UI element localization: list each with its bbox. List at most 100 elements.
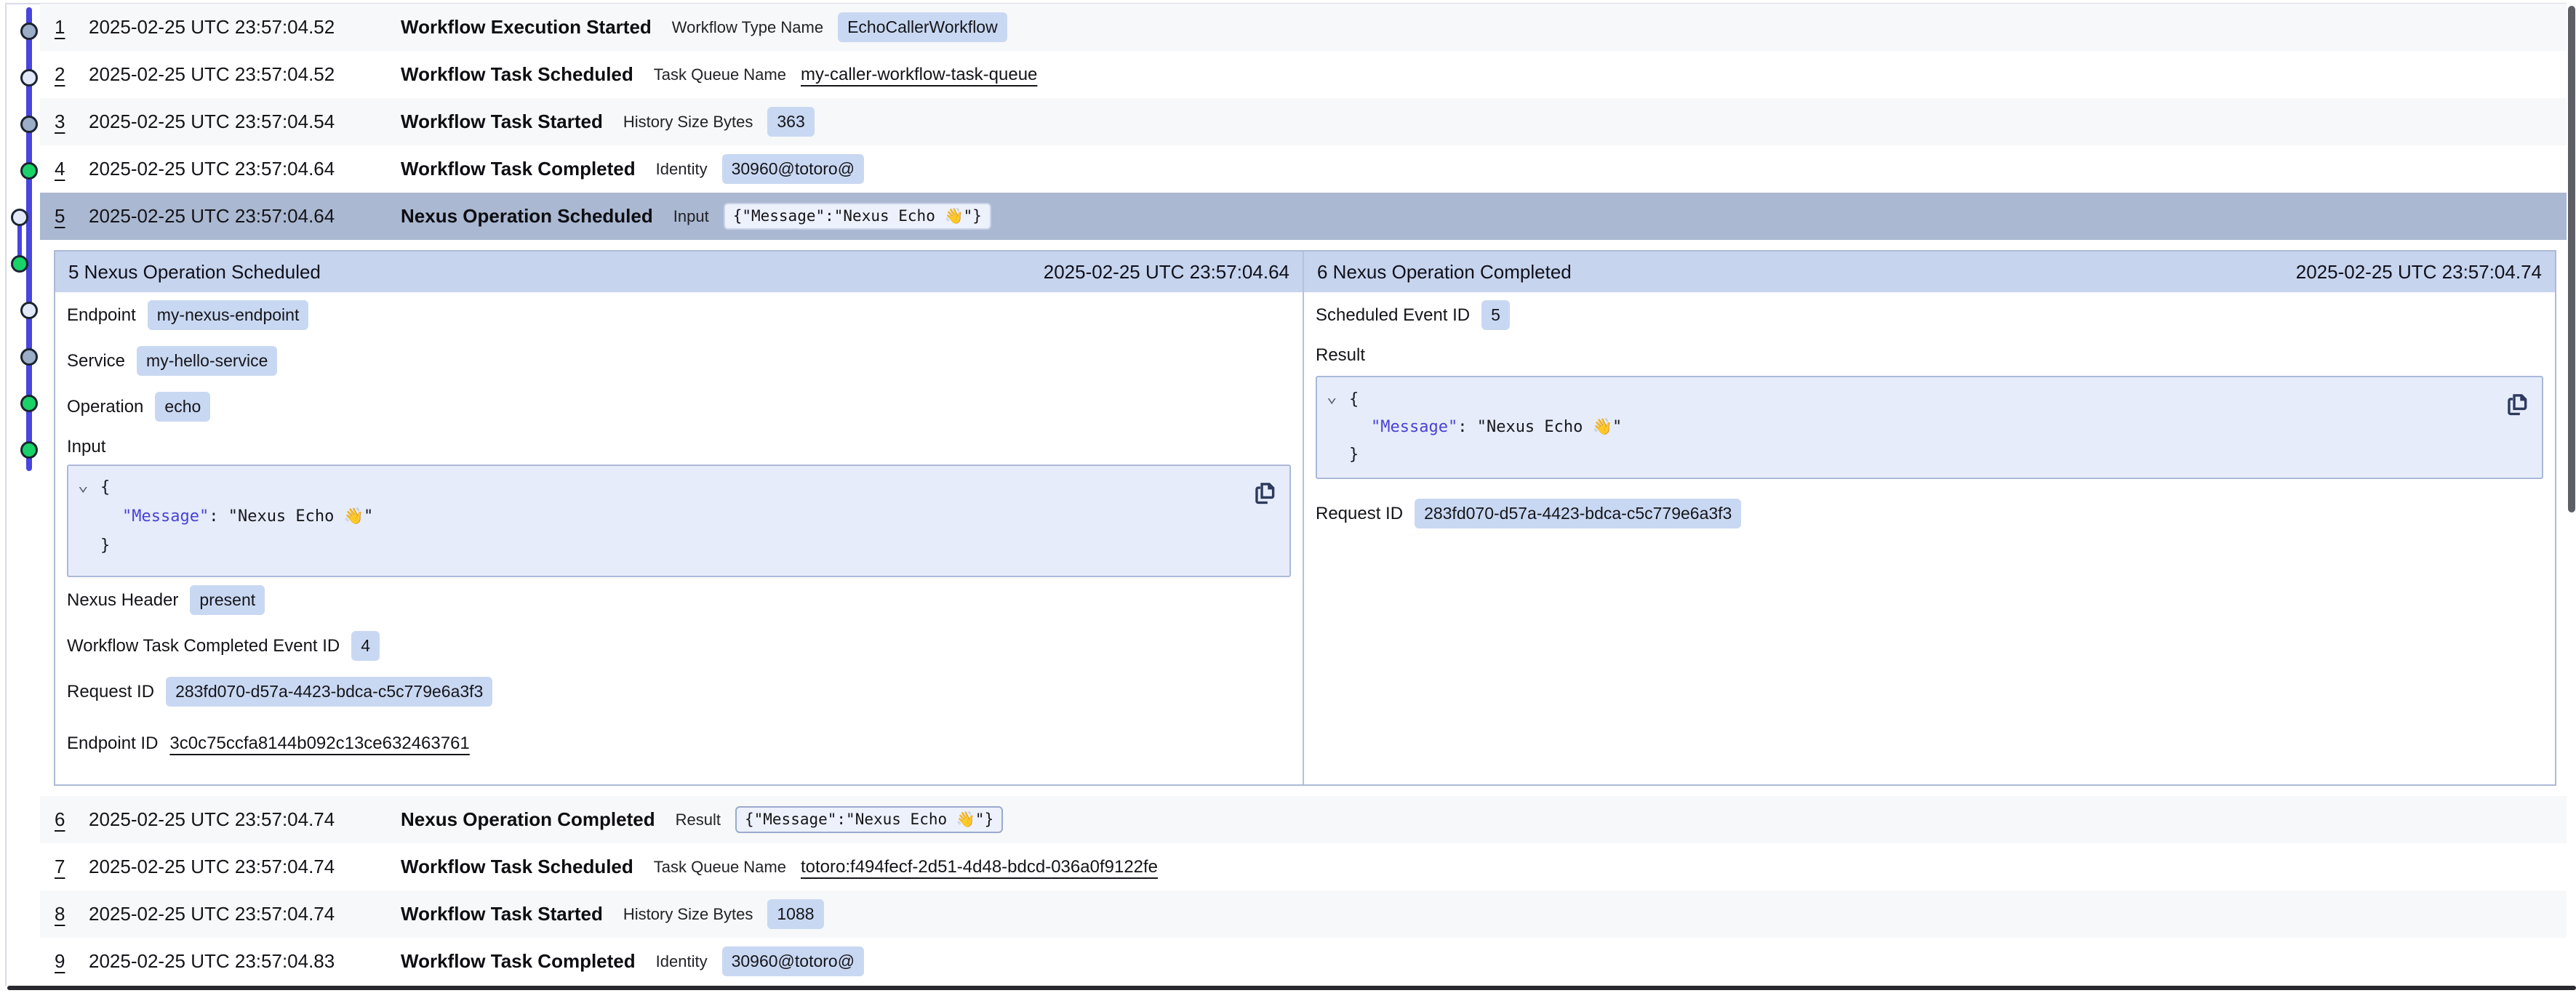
event-name: Workflow Task Completed [401,158,636,180]
detail-timestamp: 2025-02-25 UTC 23:57:04.64 [1044,261,1289,284]
field-value-chip: 5 [1481,300,1510,330]
event-row[interactable]: 12025-02-25 UTC 23:57:04.52Workflow Exec… [40,4,2567,51]
result-payload-codeblock: ⌄ { "Message": "Nexus Echo 👋" } [1316,376,2543,479]
horizontal-scrollbar-thumb[interactable] [7,986,2576,990]
event-attr-label: Workflow Type Name [672,18,823,37]
detail-title: 5 Nexus Operation Scheduled [68,261,321,284]
event-attr-label: History Size Bytes [623,905,753,924]
event-row[interactable]: 92025-02-25 UTC 23:57:04.83Workflow Task… [40,938,2567,985]
event-attr-label: Input [673,207,709,226]
detail-header: 5 Nexus Operation Scheduled 2025-02-25 U… [55,252,1303,292]
event-row[interactable]: 42025-02-25 UTC 23:57:04.64Workflow Task… [40,145,2567,193]
copy-icon [1253,479,1278,507]
event-attr-value: {"Message":"Nexus Echo 👋"} [735,806,1003,833]
event-id-link[interactable]: 7 [55,856,89,878]
event-attr-value: 30960@totoro@ [722,154,864,184]
event-attr-link[interactable]: totoro:f494fecf-2d51-4d48-bdcd-036a0f912… [801,857,1158,877]
event-row[interactable]: 62025-02-25 UTC 23:57:04.74Nexus Operati… [40,796,2567,843]
detail-panel-scheduled: 5 Nexus Operation Scheduled 2025-02-25 U… [55,252,1303,784]
event-attr-label: Identity [656,952,708,971]
event-id-link[interactable]: 1 [55,16,89,39]
json-close-brace: } [100,531,1289,560]
event-row[interactable]: 82025-02-25 UTC 23:57:04.74Workflow Task… [40,891,2567,938]
event-id-link[interactable]: 6 [55,808,89,831]
event-attr-link[interactable]: my-caller-workflow-task-queue [801,65,1037,85]
event-timestamp: 2025-02-25 UTC 23:57:04.74 [89,903,401,925]
detail-field-row: Endpointmy-nexus-endpoint [67,292,1291,338]
timeline-event-node-completed[interactable] [20,441,38,459]
field-value-chip: my-hello-service [137,346,277,376]
event-attr-label: History Size Bytes [623,113,753,132]
event-detail-panel: 5 Nexus Operation Scheduled 2025-02-25 U… [54,250,2556,786]
event-timestamp: 2025-02-25 UTC 23:57:04.74 [89,808,401,831]
timeline-event-node-started[interactable] [20,348,38,366]
field-label: Workflow Task Completed Event ID [67,636,340,656]
detail-field-row: Endpoint ID 3c0c75ccfa8144b092c13ce632463… [67,720,1291,766]
timeline-event-node-scheduled[interactable] [11,209,28,226]
input-payload-codeblock: ⌄ { "Message": "Nexus Echo 👋" } [67,465,1291,577]
json-close-brace: } [1349,441,2542,469]
timeline-event-node-scheduled[interactable] [20,302,38,319]
event-row[interactable]: 22025-02-25 UTC 23:57:04.52Workflow Task… [40,51,2567,98]
json-key: "Message" [1371,418,1457,436]
event-name: Workflow Task Started [401,903,603,925]
event-name: Workflow Task Started [401,110,603,133]
event-attr-value: 1088 [767,899,823,929]
scheduled-event-id-row: Scheduled Event ID 5 [1316,292,2543,338]
event-attr-label: Task Queue Name [654,65,786,84]
timeline-event-node-completed[interactable] [11,255,28,273]
event-attr-value: 363 [767,107,814,137]
field-value-chip: 283fd070-d57a-4423-bdca-c5c779e6a3f3 [1415,499,1741,528]
event-timestamp: 2025-02-25 UTC 23:57:04.52 [89,16,401,39]
event-row[interactable]: 52025-02-25 UTC 23:57:04.64Nexus Operati… [40,193,2567,240]
event-name: Workflow Execution Started [401,16,652,39]
detail-header: 6 Nexus Operation Completed 2025-02-25 U… [1304,252,2555,292]
field-label: Endpoint ID [67,733,158,754]
event-name: Nexus Operation Scheduled [401,205,653,228]
detail-field-row: Workflow Task Completed Event ID 4 [67,623,1291,669]
event-id-link[interactable]: 8 [55,903,89,925]
event-attr-value: {"Message":"Nexus Echo 👋"} [724,203,991,230]
timeline-event-node-completed[interactable] [20,395,38,412]
event-id-link[interactable]: 9 [55,950,89,973]
event-name: Workflow Task Completed [401,950,636,973]
event-attr-label: Identity [656,160,708,179]
field-label: Scheduled Event ID [1316,305,1470,326]
input-label: Input [67,430,1291,465]
json-key: "Message" [122,507,209,526]
vertical-scrollbar-thumb[interactable] [2568,6,2575,512]
field-label: Operation [67,397,143,417]
detail-fields-bottom: Nexus HeaderpresentWorkflow Task Complet… [67,577,1291,766]
request-id-row: Request ID 283fd070-d57a-4423-bdca-c5c77… [1316,491,2543,536]
field-label: Service [67,351,125,371]
field-label: Request ID [1316,504,1403,524]
event-row[interactable]: 72025-02-25 UTC 23:57:04.74Workflow Task… [40,843,2567,891]
timeline-event-node-started[interactable] [20,116,38,133]
event-id-link[interactable]: 5 [55,205,89,228]
field-value-link[interactable]: 3c0c75ccfa8144b092c13ce632463761 [169,733,469,754]
detail-timestamp: 2025-02-25 UTC 23:57:04.74 [2296,261,2542,284]
detail-field-row: Request ID283fd070-d57a-4423-bdca-c5c779… [67,669,1291,715]
timeline-event-node-scheduled[interactable] [20,69,38,87]
event-id-link[interactable]: 2 [55,63,89,86]
field-value-chip: 4 [351,631,380,661]
event-attr-value: EchoCallerWorkflow [838,12,1007,42]
event-name: Workflow Task Scheduled [401,856,633,878]
timeline-event-node-completed[interactable] [20,162,38,180]
event-timestamp: 2025-02-25 UTC 23:57:04.74 [89,856,401,878]
copy-button[interactable] [2505,389,2533,419]
timeline-event-node-started[interactable] [20,23,38,40]
detail-field-row: Operationecho [67,384,1291,430]
detail-panel-completed: 6 Nexus Operation Completed 2025-02-25 U… [1303,252,2555,784]
event-timestamp: 2025-02-25 UTC 23:57:04.54 [89,110,401,133]
result-label: Result [1316,338,2543,373]
event-id-link[interactable]: 3 [55,110,89,133]
event-row[interactable]: 32025-02-25 UTC 23:57:04.54Workflow Task… [40,98,2567,145]
collapse-chevron-icon[interactable]: ⌄ [78,476,88,494]
detail-fields-top: Endpointmy-nexus-endpoint Service my-hello… [67,292,1291,430]
event-timestamp: 2025-02-25 UTC 23:57:04.83 [89,950,401,973]
event-id-link[interactable]: 4 [55,158,89,180]
copy-button[interactable] [1253,478,1281,508]
collapse-chevron-icon[interactable]: ⌄ [1327,387,1337,405]
json-value: : "Nexus Echo 👋" [1457,418,1622,436]
